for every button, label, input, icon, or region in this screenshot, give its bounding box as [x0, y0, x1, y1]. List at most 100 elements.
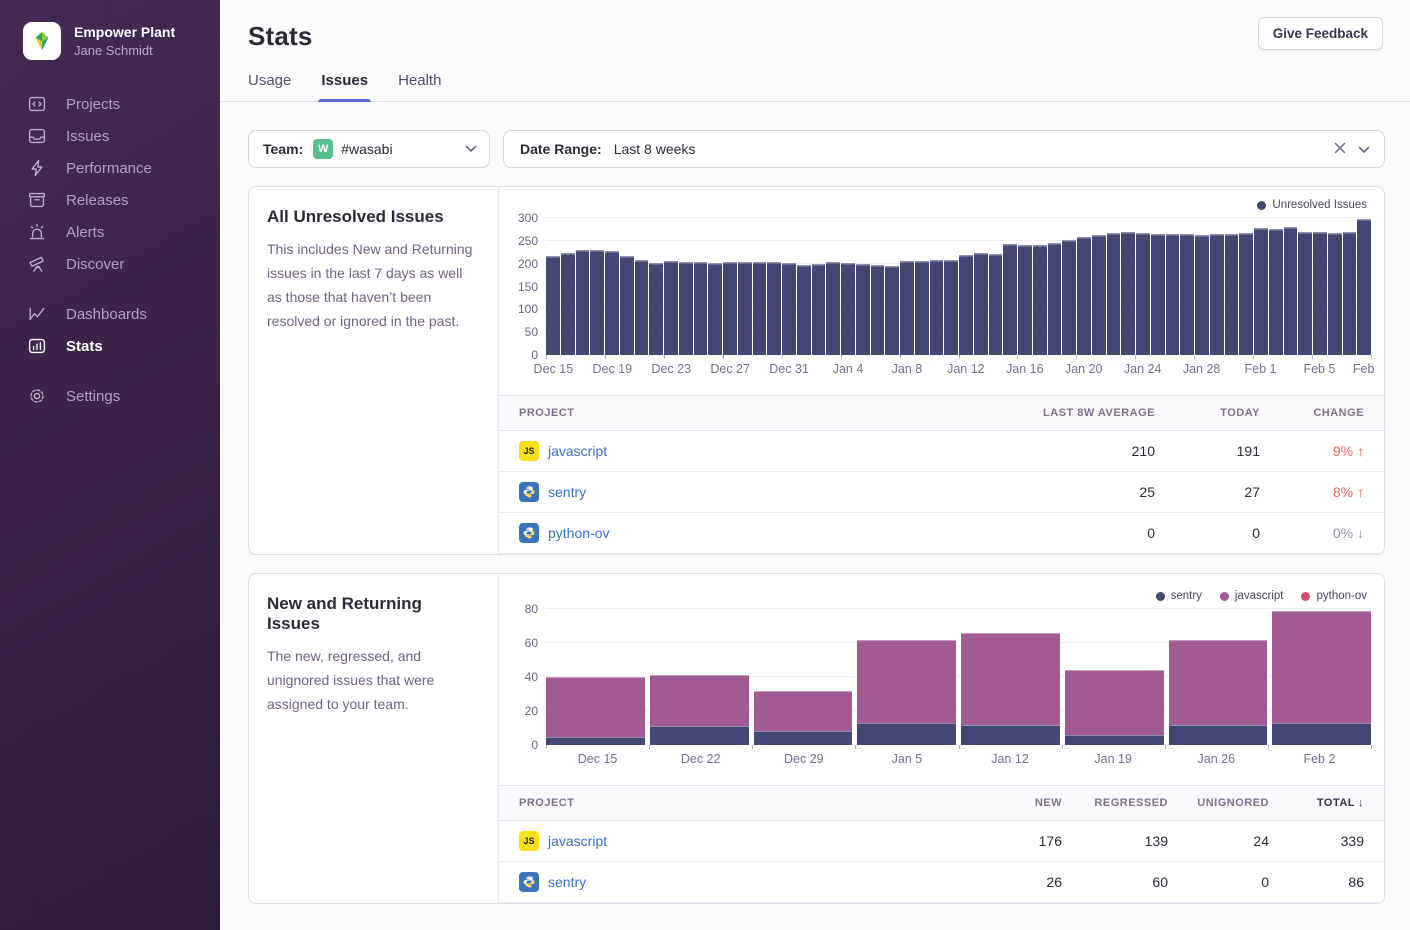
bar — [1313, 232, 1327, 355]
project-link[interactable]: javascript — [548, 833, 607, 849]
legend-dot-icon — [1156, 592, 1165, 601]
tab-issues[interactable]: Issues — [321, 72, 368, 101]
legend-item-javascript[interactable]: javascript — [1220, 590, 1284, 602]
x-axis-label: Jan 28 — [1183, 362, 1221, 376]
clear-icon[interactable] — [1334, 141, 1346, 157]
column-header-new: NEW — [956, 797, 1062, 809]
column-header-project: PROJECT — [519, 797, 956, 809]
bar — [620, 256, 634, 355]
legend-item-unresolved-issues[interactable]: Unresolved Issues — [1257, 199, 1367, 211]
bar — [708, 263, 722, 355]
date-range-select[interactable]: Date Range: Last 8 weeks — [503, 130, 1385, 168]
x-axis-label: Jan 20 — [1065, 362, 1103, 376]
value-cell: 176 — [956, 833, 1062, 849]
bar — [1239, 233, 1253, 355]
unresolved-issues-table: PROJECTLAST 8W AVERAGETODAYCHANGEJSjavas… — [499, 395, 1384, 554]
page-title: Stats — [248, 21, 1383, 52]
bar — [944, 260, 958, 355]
give-feedback-button[interactable]: Give Feedback — [1258, 17, 1383, 50]
x-axis-tick — [1194, 355, 1195, 359]
x-axis-label: Jan 12 — [991, 752, 1029, 766]
sidebar-item-alerts[interactable]: Alerts — [0, 216, 220, 248]
bar — [812, 264, 826, 355]
table-row-javascript: JSjavascript2101919% ↑ — [499, 431, 1384, 472]
x-axis-tick — [1312, 355, 1313, 359]
sidebar-item-issues[interactable]: Issues — [0, 120, 220, 152]
project-link[interactable]: sentry — [548, 874, 586, 890]
bar — [1195, 235, 1209, 355]
y-axis-label: 40 — [525, 670, 538, 684]
bar — [1048, 243, 1062, 355]
projects-icon — [28, 95, 46, 113]
y-axis-label: 300 — [518, 211, 538, 225]
bar — [1210, 234, 1224, 355]
sort-descending-icon: ↓ — [1358, 797, 1364, 809]
sidebar-item-settings[interactable]: Settings — [0, 380, 220, 412]
bar-segment-javascript — [1272, 611, 1371, 723]
bar — [1254, 228, 1268, 355]
chevron-down-icon[interactable] — [465, 145, 477, 153]
bar-segment-sentry — [754, 731, 853, 745]
bar — [1121, 232, 1135, 355]
sidebar-item-releases[interactable]: Releases — [0, 184, 220, 216]
sidebar-item-stats[interactable]: Stats — [0, 330, 220, 362]
bar — [753, 262, 767, 355]
bar-segment-sentry — [1272, 723, 1371, 745]
value-cell: 0 — [1155, 525, 1260, 541]
column-header-total[interactable]: TOTAL↓ — [1269, 797, 1364, 809]
project-link[interactable]: sentry — [548, 484, 586, 500]
org-name: Empower Plant — [74, 24, 175, 42]
javascript-platform-icon: JS — [519, 441, 539, 461]
change-cell: 0% ↓ — [1260, 525, 1364, 541]
legend-item-python-ov[interactable]: python-ov — [1301, 590, 1367, 602]
bar — [1357, 219, 1371, 355]
sidebar-item-label: Settings — [66, 388, 120, 405]
y-axis-label: 50 — [525, 325, 538, 339]
stacked-bar — [1065, 609, 1164, 745]
chart2-legend: sentry javascript python-ov — [509, 588, 1371, 609]
x-axis-tick — [1253, 355, 1254, 359]
main-content: Stats Give Feedback Usage Issues Health Te… — [220, 0, 1410, 930]
project-cell: JSjavascript — [519, 831, 956, 851]
team-label: Team: — [263, 141, 303, 157]
value-cell: 0 — [995, 525, 1155, 541]
chevron-down-icon[interactable] — [1358, 141, 1370, 157]
bar — [1298, 232, 1312, 355]
project-link[interactable]: javascript — [548, 443, 607, 459]
x-axis-tick — [752, 745, 753, 749]
releases-icon — [28, 191, 46, 209]
panel2-description: The new, regressed, and unignored issues… — [267, 644, 478, 716]
bar — [664, 261, 678, 355]
x-axis-tick — [723, 355, 724, 359]
nav-section: ProjectsIssuesPerformanceReleasesAlertsD… — [0, 88, 220, 280]
tab-health[interactable]: Health — [398, 72, 441, 101]
project-link[interactable]: python-ov — [548, 525, 609, 541]
org-switcher[interactable]: Empower Plant Jane Schmidt — [0, 0, 220, 60]
sidebar-item-discover[interactable]: Discover — [0, 248, 220, 280]
sidebar-item-projects[interactable]: Projects — [0, 88, 220, 120]
bar-segment-sentry — [1065, 735, 1164, 745]
sidebar-item-performance[interactable]: Performance — [0, 152, 220, 184]
bar — [930, 260, 944, 355]
performance-icon — [28, 159, 46, 177]
y-axis-label: 150 — [518, 280, 538, 294]
team-select[interactable]: Team: W #wasabi — [248, 130, 490, 168]
tab-usage[interactable]: Usage — [248, 72, 291, 101]
legend-item-sentry[interactable]: sentry — [1156, 590, 1202, 602]
y-axis-label: 80 — [525, 602, 538, 616]
y-axis-label: 250 — [518, 234, 538, 248]
chart1-legend: Unresolved Issues — [509, 197, 1371, 218]
bar-segment-javascript — [754, 691, 853, 732]
bar — [649, 263, 663, 355]
settings-icon — [28, 387, 46, 405]
legend-label: Unresolved Issues — [1272, 199, 1367, 211]
value-cell: 139 — [1062, 833, 1168, 849]
bar — [1033, 245, 1047, 356]
column-header-change: CHANGE — [1260, 407, 1364, 419]
bar — [871, 265, 885, 355]
sidebar-item-dashboards[interactable]: Dashboards — [0, 298, 220, 330]
y-axis-label: 0 — [531, 738, 538, 752]
bar — [1151, 234, 1165, 355]
bar-segment-javascript — [961, 633, 1060, 725]
x-axis-tick — [1062, 745, 1063, 749]
